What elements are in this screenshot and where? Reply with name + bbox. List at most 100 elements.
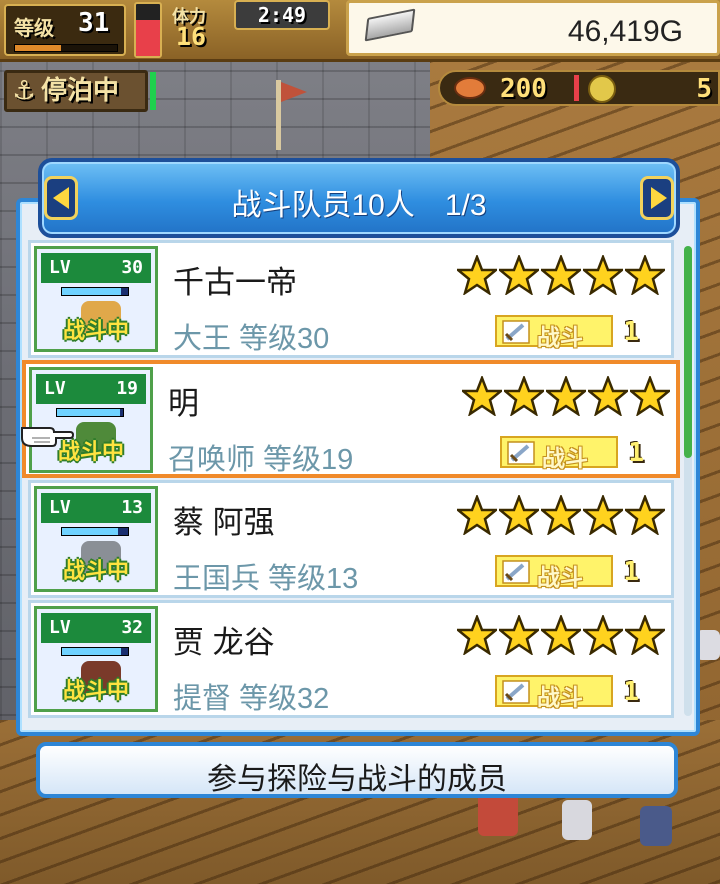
npc-sprite [640,806,672,846]
game-clock: 2:49 [234,0,330,30]
star-icon [541,615,581,655]
member-name: 明 [168,386,199,421]
food-value: 200 [500,74,547,104]
level-value: 31 [78,8,110,38]
role-count: 1 [623,557,639,587]
star-rating [462,376,670,416]
star-icon [546,376,586,416]
medal-value: 5 [696,74,712,104]
star-icon [499,495,539,535]
scrollbar-thumb[interactable] [684,246,692,458]
title-label: 战斗队员10人 [231,189,415,222]
star-icon [583,615,623,655]
star-icon [499,255,539,295]
member-level: 13 [121,497,143,518]
member-class-level: 大王 等级30 [173,323,330,355]
hp-bar [61,287,129,296]
stamina-gauge-fill [136,19,160,56]
role-count: 1 [628,438,644,468]
anchor-icon: ⚓ [12,76,36,106]
hp-bar-fill [57,409,120,416]
status-label: 战斗中 [62,679,129,704]
hp-bar-fill [62,528,119,535]
level-tag: LV 30 [41,253,151,283]
sword-icon [502,320,530,344]
lv-label: LV [49,257,71,278]
member-row[interactable]: LV 19 战斗中明召唤师 等级19 战斗 1 [22,360,680,478]
member-level: 32 [121,617,143,638]
stamina-gauge [134,2,162,58]
lv-label: LV [49,497,71,518]
star-icon [625,255,665,295]
member-name: 千古一帝 [173,265,297,300]
player-level-box: 等级 31 [4,4,126,56]
member-class-level: 王国兵 等级13 [173,563,359,595]
caption-bar: 参与探险与战斗的成员 [36,742,678,798]
star-icon [457,255,497,295]
medal-icon [588,75,616,103]
star-icon [504,376,544,416]
member-level: 30 [121,257,143,278]
role-count: 1 [623,677,639,707]
star-icon [462,376,502,416]
level-progress-fill [15,45,61,51]
role-label: 战斗 [537,325,583,351]
food-indicator [574,75,579,101]
star-icon [541,495,581,535]
hp-bar-fill [62,288,122,295]
stamina-value: 16 [176,22,207,51]
money-value: 46,419G [567,15,683,48]
resource-bar: 200 5 [438,70,720,106]
role-label: 战斗 [537,565,583,591]
member-portrait: LV 30 战斗中 [34,246,158,352]
npc-sprite [562,800,592,840]
hp-bar [56,408,124,417]
meat-icon [454,77,486,99]
star-icon [588,376,628,416]
star-rating [457,615,665,655]
member-row[interactable]: LV 30 战斗中 千古一帝 大王 等级30 战斗 1 [28,240,674,358]
member-class-level: 提督 等级32 [173,683,330,715]
page-indicator: 1/3 [444,189,487,222]
role-badge: 战斗 [500,436,618,472]
status-label: 战斗中 [62,559,129,584]
lv-label: LV [49,617,71,638]
role-label: 战斗 [542,446,588,472]
silver-bar-icon [364,8,416,42]
role-label: 战斗 [537,685,583,711]
member-name: 贾 龙谷 [173,625,275,660]
sword-icon [502,560,530,584]
member-list: LV 30 战斗中 千古一帝 大王 等级30 战斗 1 LV 19 战斗中明召唤师 等级19 战斗 1… [22,240,680,724]
star-rating [457,495,665,535]
level-label: 等级 [14,16,54,40]
level-progress-bar [14,44,118,52]
star-icon [583,495,623,535]
anchor-status-button[interactable]: ⚓ 停泊中 [4,70,148,112]
member-row[interactable]: LV 13 战斗中 蔡 阿强王国兵 等级13 战斗 1 [28,480,674,598]
sword-icon [502,680,530,704]
dialog-title-bar: 战斗队员10人 1/3 [38,158,680,238]
member-row[interactable]: LV 32 战斗中 贾 龙谷提督 等级32 战斗 1 [28,600,674,718]
star-icon [630,376,670,416]
status-indicator [150,72,156,110]
list-scrollbar[interactable] [684,246,692,716]
level-tag: LV 19 [36,374,146,404]
member-portrait: LV 32 战斗中 [34,606,158,712]
role-badge: 战斗 [495,315,613,351]
hp-bar [61,647,129,656]
member-name: 蔡 阿强 [173,505,275,540]
star-icon [499,615,539,655]
member-class-level: 召唤师 等级19 [168,444,354,476]
hp-bar [61,527,129,536]
top-hud: 等级 31 体力 16 2:49 46,419G [0,0,720,62]
star-icon [625,495,665,535]
hp-bar-fill [62,648,122,655]
level-tag: LV 13 [41,493,151,523]
star-icon [625,615,665,655]
status-label: 战斗中 [62,319,129,344]
level-tag: LV 32 [41,613,151,643]
member-level: 19 [116,378,138,399]
star-icon [583,255,623,295]
arrow-right-icon[interactable] [640,176,674,220]
member-portrait: LV 13 战斗中 [34,486,158,592]
